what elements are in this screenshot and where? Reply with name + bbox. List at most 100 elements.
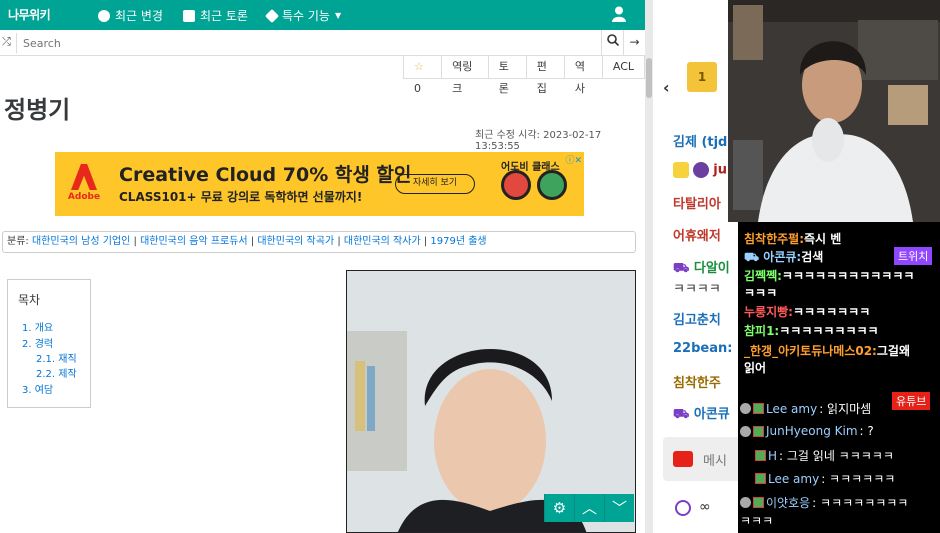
video-icon (673, 451, 693, 467)
category-link[interactable]: 1979년 출생 (430, 236, 486, 247)
chat-user: 침착한주 (673, 376, 721, 391)
chat-user: 김제 (tjdo (673, 135, 737, 150)
message-input[interactable]: 메시 (663, 437, 743, 481)
twitch-message: ⛟ 아콘큐:검색 (744, 248, 823, 266)
chat-user: JunHyeong Kim (766, 424, 858, 438)
member-badge-icon (753, 403, 764, 414)
recent-changes-link[interactable]: 최근 변경 (98, 7, 163, 24)
chat-text: 그걸왜 (876, 344, 910, 358)
avatar (740, 403, 751, 414)
chat-text: ㅋㅋㅋㅋㅋㅋㅋㅋㅋㅋㅋㅋ (781, 269, 915, 283)
category-link[interactable]: 대한민국의 음악 프로듀서 (140, 236, 248, 247)
toc-label: 여담 (34, 385, 54, 396)
scrollbar[interactable] (645, 0, 653, 533)
site-logo[interactable]: 나무위키 (8, 6, 51, 23)
youtube-message: 이얏호응: ㅋㅋㅋㅋㅋㅋㅋㅋ (740, 494, 908, 511)
compass-icon (98, 9, 110, 22)
recent-discuss-link[interactable]: 최근 토론 (183, 7, 248, 24)
chat-user: ju (713, 162, 727, 178)
diamond-icon (693, 162, 710, 178)
twitch-message: _한갱_아키토듀나메스02:그걸왜 (744, 342, 910, 359)
table-of-contents: 목차 1. 개요 2. 경력 2.1. 재직 2.2. 제작 3. 여담 (7, 279, 91, 408)
star-icon: ☆ (414, 60, 424, 73)
youtube-message: Lee amy: ㅋㅋㅋㅋㅋㅋ (755, 470, 895, 487)
search-input[interactable] (16, 33, 601, 53)
ad-headline: Creative Cloud 70% 학생 할인 (119, 164, 412, 186)
twitch-message: 참피1:ㅋㅋㅋㅋㅋㅋㅋㅋㅋ (744, 322, 879, 339)
category-link[interactable]: 대한민국의 남성 기업인 (32, 236, 130, 247)
category-label: 분류: (7, 236, 29, 247)
backlinks-button[interactable]: 역링크 (441, 56, 488, 95)
toc-item[interactable]: 1. 개요 (22, 319, 53, 334)
caret-down-icon: ▼ (334, 11, 342, 20)
scrollbar-thumb[interactable] (646, 58, 652, 98)
chevron-down-icon[interactable]: ﹀ (604, 494, 634, 522)
chat-text: : 그걸 읽네 ㅋㅋㅋㅋㅋ (779, 449, 894, 463)
chat-user: 누룽지빵: (744, 305, 793, 319)
infinity-label: ∞ (699, 499, 711, 515)
toc-heading: 목차 (18, 293, 41, 307)
search-button[interactable] (601, 30, 623, 55)
toc-item[interactable]: 2.2. 제작 (36, 365, 77, 380)
chat-user: 김고춘치 (673, 313, 721, 328)
chat-user: 어휴왜저 (673, 229, 721, 244)
toc-item[interactable]: 2. 경력 (22, 335, 53, 350)
chat-user: Lee amy (766, 401, 818, 416)
chat-text: ㅋㅋㅋㅋㅋㅋㅋㅋㅋ (779, 324, 879, 338)
random-icon[interactable]: ⤮ (2, 35, 11, 49)
discuss-button[interactable]: 토론 (487, 56, 526, 95)
toc-label: 개요 (34, 323, 54, 334)
member-badge-icon (755, 473, 766, 484)
special-menu[interactable]: 특수 기능 ▼ (264, 7, 342, 24)
user-menu[interactable] (612, 6, 626, 22)
back-arrow-icon[interactable]: ‹ (663, 78, 670, 97)
arrow-right-icon: → (629, 35, 640, 49)
ad-close-icon[interactable]: ⓘ✕ (565, 153, 582, 166)
member-badge-icon (753, 425, 764, 437)
cube-icon (264, 8, 280, 23)
chat-user: 아콘큐: (763, 250, 802, 264)
star-button[interactable]: ☆ 0 (404, 56, 441, 95)
ad-character-right (537, 170, 567, 200)
youtube-message: Lee amy: 읽지마셈 (740, 400, 871, 417)
edit-button[interactable]: 편집 (525, 56, 564, 95)
youtube-badge: 유튜브 (892, 392, 931, 410)
ad-banner[interactable]: Adobe Creative Cloud 70% 학생 할인 CLASS101+… (55, 152, 584, 216)
last-modified: 최근 수정 시각: 2023-02-17 13:53:55 (475, 130, 602, 152)
article-toolbar: ☆ 0 역링크 토론 편집 역사 ACL (403, 56, 645, 95)
chat-user: 김쩩쩩: (744, 269, 782, 283)
toc-item[interactable]: 2.1. 재직 (36, 350, 77, 365)
star-count: 0 (414, 82, 421, 95)
chevron-up-icon[interactable]: ︿ (574, 494, 604, 522)
toc-num: 2.1. (36, 354, 56, 365)
go-button[interactable]: → (623, 30, 645, 55)
chat-user: 타탈리아 (673, 197, 721, 212)
toc-label: 재직 (58, 354, 77, 365)
history-button[interactable]: 역사 (563, 56, 602, 95)
chat-line: ju (673, 162, 727, 178)
chat-text: : 읽지마셈 (819, 402, 872, 416)
chat-user: H (768, 448, 778, 463)
ad-more-button[interactable]: 자세히 보기 (395, 174, 475, 194)
twitch-message-cont: ㅋㅋㅋ (744, 286, 778, 300)
chat-text: 검색 (801, 250, 824, 264)
chat-user: 아콘큐 (693, 407, 730, 422)
chat-user: _한갱_아키토듀나메스02: (744, 344, 877, 358)
comment-icon (183, 9, 195, 22)
category-link[interactable]: 대한민국의 작곡가 (257, 236, 334, 247)
acl-button[interactable]: ACL (601, 56, 644, 78)
subscriber-icon: ⛟ (673, 407, 690, 422)
recent-changes-label: 최근 변경 (115, 9, 163, 23)
chat-text: : ? (859, 424, 874, 438)
search-icon (606, 34, 619, 47)
twitch-message: 누룽지빵:ㅋㅋㅋㅋㅋㅋㅋ (744, 303, 870, 320)
special-menu-label: 특수 기능 (282, 9, 330, 23)
ad-subline: CLASS101+ 무료 강의로 독학하면 선물까지! (119, 190, 363, 204)
chat-text: ㅋㅋㅋㅋㅋㅋㅋ (792, 305, 871, 319)
toc-num: 3. (22, 385, 32, 396)
settings-icon[interactable]: ⚙ (544, 494, 574, 522)
adobe-logo: Adobe (67, 162, 101, 208)
category-link[interactable]: 대한민국의 작사가 (344, 236, 421, 247)
toc-item[interactable]: 3. 여담 (22, 381, 53, 396)
youtube-message: JunHyeong Kim: ? (740, 424, 874, 438)
